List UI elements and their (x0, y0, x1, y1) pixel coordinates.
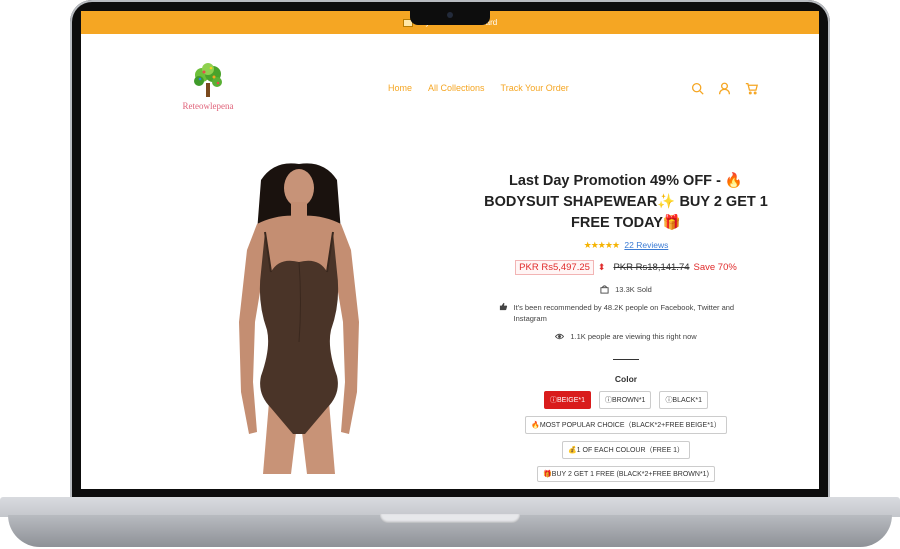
bundle-row-3: 🎁BUY 2 GET 1 FREE (BLACK*2+FREE BROWN*1) (481, 466, 771, 482)
bundle-row-1: 🔥MOST POPULAR CHOICE（BLACK*2+FREE BEIGE*… (481, 416, 771, 434)
color-label: Color (614, 374, 638, 384)
browser-screen: Payment ... CreditCard Reteowlepena Home… (81, 11, 819, 489)
price-down-icon: ⬍ (597, 262, 606, 272)
header-icons (691, 82, 759, 100)
nav-all-collections[interactable]: All Collections (428, 83, 485, 93)
laptop-lip (380, 514, 520, 523)
divider (613, 359, 639, 360)
logo-text: Reteowlepena (182, 101, 234, 111)
user-icon[interactable] (718, 82, 731, 100)
option-one-each[interactable]: 💰1 OF EACH COLOUR（FREE 1） (561, 441, 691, 459)
site-logo[interactable]: Reteowlepena (176, 63, 240, 111)
option-most-popular[interactable]: 🔥MOST POPULAR CHOICE（BLACK*2+FREE BEIGE*… (525, 416, 727, 434)
option-buy2get1[interactable]: 🎁BUY 2 GET 1 FREE (BLACK*2+FREE BROWN*1) (537, 466, 715, 482)
star-rating: ★★★★★ (583, 240, 620, 250)
nav-home[interactable]: Home (388, 83, 412, 93)
sold-row: 13.3K Sold (481, 285, 771, 294)
thumbs-up-icon (499, 302, 507, 311)
product-info: Last Day Promotion 49% OFF - 🔥BODYSUIT S… (481, 171, 771, 482)
search-icon[interactable] (691, 82, 704, 100)
current-price: PKR Rs5,497.25 (515, 260, 594, 275)
bag-icon (600, 285, 609, 294)
recommended-text: It's been recommended by 48.2K people on… (513, 303, 735, 323)
viewing-row: 1.1K people are viewing this right now (481, 332, 771, 341)
save-badge: Save 70% (693, 262, 737, 273)
camera-icon (447, 12, 453, 18)
reviews-link[interactable]: 22 Reviews (624, 240, 668, 250)
price-row: PKR Rs5,497.25 ⬍ PKR Rs18,141.74 Save 70… (481, 260, 771, 275)
product-title: Last Day Promotion 49% OFF - 🔥BODYSUIT S… (484, 173, 768, 231)
eye-icon (555, 333, 565, 340)
nav-track-order[interactable]: Track Your Order (501, 83, 569, 93)
color-options-row: ⓘBEIGE*1 ⓘBROWN*1 ⓘBLACK*1 (481, 391, 771, 409)
sold-count: 13.3K Sold (615, 285, 652, 294)
option-brown[interactable]: ⓘBROWN*1 (598, 391, 652, 409)
original-price: PKR Rs18,141.74 (613, 262, 690, 273)
main-nav: Home All Collections Track Your Order (388, 83, 569, 93)
recommended-row: It's been recommended by 48.2K people on… (481, 302, 771, 324)
option-black[interactable]: ⓘBLACK*1 (659, 391, 709, 409)
viewing-text: 1.1K people are viewing this right now (570, 332, 697, 341)
bundle-row-2: 💰1 OF EACH COLOUR（FREE 1） (481, 441, 771, 459)
rating-row: ★★★★★ 22 Reviews (481, 240, 771, 251)
option-beige[interactable]: ⓘBEIGE*1 (543, 391, 591, 409)
tree-logo-icon (191, 63, 225, 99)
cart-icon[interactable] (745, 82, 759, 100)
product-image[interactable] (199, 162, 399, 474)
